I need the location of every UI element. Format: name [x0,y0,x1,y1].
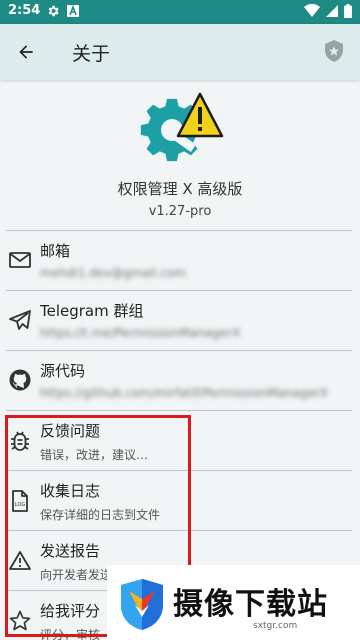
back-button[interactable] [10,36,42,68]
item-subtitle: mehdi1.dev@gmail.com [40,266,186,280]
arrow-back-icon [19,45,33,59]
watermark-title: 摄像下载站 [173,587,328,622]
watermark-logo-icon [121,579,163,630]
watermark: 摄像下载站 sxtgr.com [107,565,360,640]
status-time: 2:54 [8,3,41,18]
divider [6,290,352,291]
app-logo-icon [140,92,224,162]
item-subtitle: https://t.me/PermissionManagerX [40,326,241,340]
list-item-email[interactable]: 邮箱 mehdi1.dev@gmail.com [0,232,360,292]
divider [6,410,352,411]
signal-icon [326,5,338,17]
watermark-url: sxtgr.com [253,621,298,631]
settings-notification-icon [48,5,59,17]
divider [6,350,352,351]
app-version: v1.27-pro [148,204,212,219]
item-subtitle: https://github.com/mirfatif/PermissionMa… [40,386,329,400]
divider [6,230,352,231]
github-icon [9,369,31,391]
item-title: 邮箱 [40,242,71,260]
telegram-icon [9,310,31,330]
item-title: Telegram 群组 [40,302,144,320]
wifi-icon [304,4,320,17]
app-bar: 关于 [0,24,360,80]
a-notification-icon [67,4,79,17]
item-title: 源代码 [40,362,86,380]
mail-icon [9,252,31,268]
battery-icon [344,4,352,18]
list-item-source-code[interactable]: 源代码 https://github.com/mirfatif/Permissi… [0,352,360,412]
shield-star-icon [325,40,343,62]
list-item-telegram[interactable]: Telegram 群组 https://t.me/PermissionManag… [0,292,360,352]
shield-button[interactable] [324,40,348,64]
about-header: 权限管理 X 高级版 v1.27-pro [0,80,360,230]
app-name: 权限管理 X 高级版 [117,180,243,198]
page-title: 关于 [72,43,111,65]
status-bar: 2:54 [0,0,360,24]
